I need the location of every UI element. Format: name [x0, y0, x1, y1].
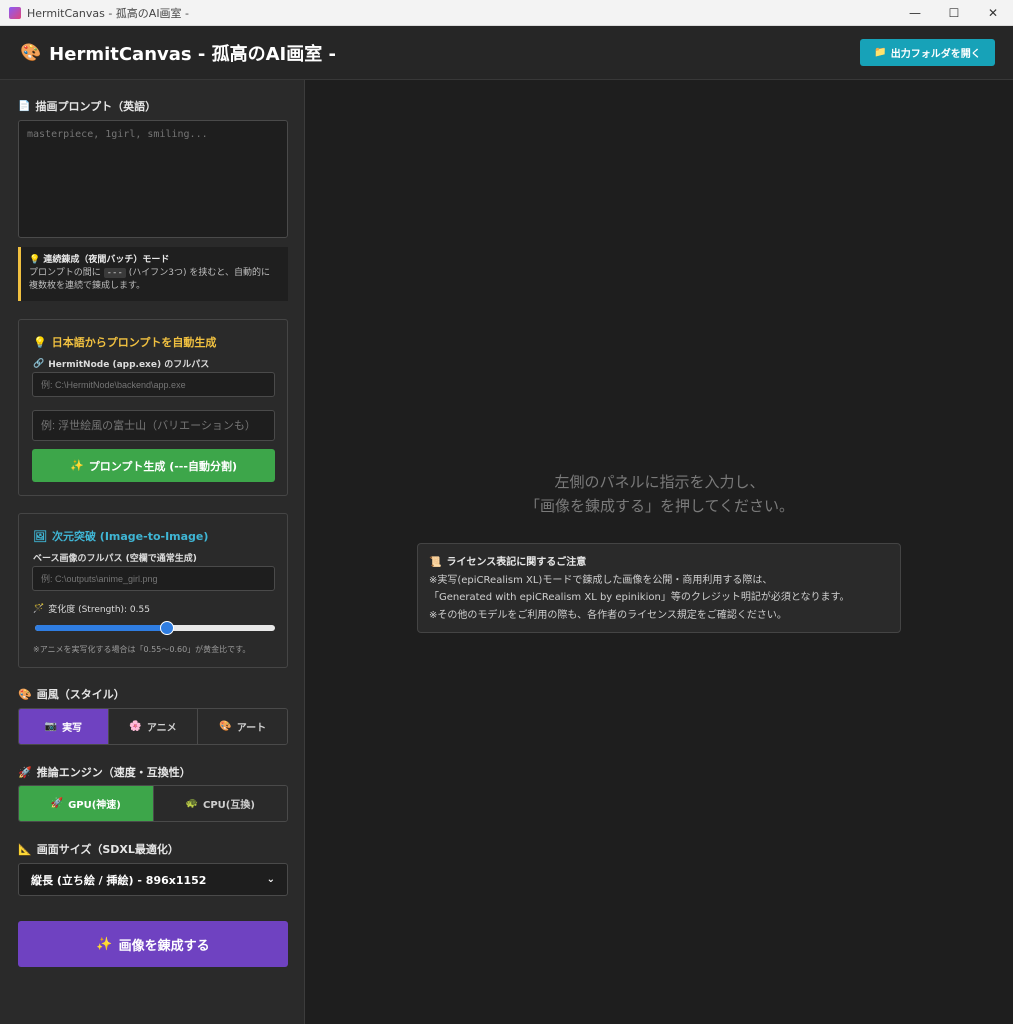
hermitnode-path-label: 🔗 HermitNode (app.exe) のフルパス — [33, 358, 210, 371]
style-selector: 📷 実写 🌸 アニメ 🎨 アート — [18, 708, 288, 745]
engine-option-cpu[interactable]: 🐢 CPU(互換) — [153, 786, 287, 821]
style-option-photo[interactable]: 📷 実写 — [19, 709, 109, 744]
generate-image-label: 画像を錬成する — [118, 938, 210, 954]
memo-icon: 📄 — [18, 100, 31, 112]
license-line-1: ※実写(epiCRealism XL)モードで錬成した画像を公開・商用利用する際… — [429, 574, 773, 586]
app-icon — [9, 6, 21, 19]
sidebar: 📄 描画プロンプト（英語） 💡 連続錬成（夜間バッチ）モード プロンプトの間に … — [0, 80, 305, 1024]
generate-image-button[interactable]: ✨ 画像を錬成する — [18, 921, 288, 967]
camera-icon: 📷 — [44, 721, 58, 732]
minimize-icon[interactable]: — — [895, 0, 935, 26]
placeholder-line-1: 左側のパネルに指示を入力し、 — [554, 473, 765, 491]
open-output-folder-button[interactable]: 📁 出力フォルダを開く — [860, 39, 995, 66]
strength-slider[interactable] — [35, 621, 275, 635]
autogen-title: 💡 日本語からプロンプトを自動生成 — [33, 335, 217, 350]
tip-line-1: プロンプトの間に --- (ハイフン3つ) を挟むと、自動的に — [29, 268, 271, 278]
strength-label: 🪄 変化度 (Strength): 0.55 — [33, 603, 150, 616]
license-line-2: 「Generated with epiCRealism XL by epinik… — [429, 592, 850, 603]
window-titlebar: HermitCanvas - 孤高のAI画室 - — ☐ ✕ — [0, 0, 1013, 26]
base-image-label: ベース画像のフルパス (空欄で通常生成) — [33, 554, 197, 564]
palette-icon: 🎨 — [18, 687, 32, 701]
lightbulb-icon: 💡 — [33, 335, 47, 349]
generate-prompt-label: プロンプト生成 (---自動分割) — [88, 459, 237, 473]
palette-icon: 🎨 — [20, 42, 42, 63]
license-title: 📜 ライセンス表記に関するご注意 — [429, 554, 889, 572]
scroll-icon: 📜 — [429, 557, 442, 568]
tip-line-2: 複数枚を連続で錬成します。 — [29, 281, 146, 291]
img2img-panel: 🖼 次元突破 (Image-to-Image) ベース画像のフルパス (空欄で通常… — [18, 513, 288, 668]
strength-note: ※アニメを実写化する場合は「0.55～0.60」が黄金比です。 — [33, 645, 251, 654]
img2img-title: 🖼 次元突破 (Image-to-Image) — [33, 529, 209, 544]
style-label: 🎨 画風（スタイル） — [18, 687, 125, 702]
placeholder-line-2: 「画像を錬成する」を押してください。 — [524, 497, 795, 515]
maximize-icon[interactable]: ☐ — [934, 0, 974, 26]
ruler-icon: 📐 — [18, 842, 32, 856]
open-output-folder-label: 出力フォルダを開く — [890, 49, 981, 60]
window-title: HermitCanvas - 孤高のAI画室 - — [27, 6, 190, 20]
app-title: HermitCanvas - 孤高のAI画室 - — [49, 43, 336, 65]
image-icon: 🖼 — [33, 529, 47, 543]
size-selected-value: 縦長 (立ち絵 / 挿絵) - 896x1152 — [31, 873, 207, 887]
autogen-panel: 💡 日本語からプロンプトを自動生成 🔗 HermitNode (app.exe) の… — [18, 319, 288, 496]
engine-label: 🚀 推論エンジン（速度・互換性） — [18, 765, 191, 780]
tip-code: --- — [103, 268, 126, 278]
lightbulb-icon: 💡 — [29, 255, 41, 265]
blossom-icon: 🌸 — [129, 721, 142, 732]
folder-icon: 📁 — [874, 47, 887, 58]
engine-selector: 🚀 GPU(神速) 🐢 CPU(互換) — [18, 785, 288, 822]
sparkles-icon: ✨ — [96, 936, 113, 952]
strength-slider-thumb[interactable] — [160, 621, 174, 635]
tip-title: 💡 連続錬成（夜間バッチ）モード — [29, 255, 170, 265]
close-icon[interactable]: ✕ — [973, 0, 1013, 26]
size-label: 📐 画面サイズ（SDXL最適化） — [18, 842, 179, 857]
hermitnode-path-input[interactable] — [32, 372, 275, 397]
base-image-path-input[interactable] — [32, 566, 275, 591]
turtle-icon: 🐢 — [185, 798, 198, 809]
sparkles-icon: ✨ — [70, 459, 84, 472]
engine-option-gpu[interactable]: 🚀 GPU(神速) — [19, 786, 154, 821]
style-option-anime[interactable]: 🌸 アニメ — [108, 709, 199, 744]
japanese-prompt-input[interactable] — [32, 410, 275, 441]
strength-slider-fill — [35, 625, 167, 631]
prompt-label: 📄 描画プロンプト（英語） — [18, 100, 157, 113]
rocket-icon: 🚀 — [50, 798, 64, 809]
generate-prompt-button[interactable]: ✨ プロンプト生成 (---自動分割) — [32, 449, 275, 482]
palette-icon: 🎨 — [219, 721, 232, 732]
app-header: 🎨 HermitCanvas - 孤高のAI画室 - 📁 出力フォルダを開く — [0, 26, 1013, 80]
license-line-3: ※その他のモデルをご利用の際も、各作者のライセンス規定をご確認ください。 — [429, 609, 787, 621]
link-icon: 🔗 — [33, 358, 45, 369]
style-option-art[interactable]: 🎨 アート — [198, 709, 287, 744]
wand-icon: 🪄 — [33, 603, 45, 614]
preview-area: 左側のパネルに指示を入力し、 「画像を錬成する」を押してください。 📜 ライセンス… — [306, 80, 1013, 1024]
size-select[interactable]: 縦長 (立ち絵 / 挿絵) - 896x1152 ⌄ — [18, 863, 288, 896]
license-notice: 📜 ライセンス表記に関するご注意 ※実写(epiCRealism XL)モードで錬… — [417, 543, 901, 633]
rocket-icon: 🚀 — [18, 765, 32, 779]
preview-placeholder: 左側のパネルに指示を入力し、 「画像を錬成する」を押してください。 — [306, 470, 1013, 518]
chevron-down-icon: ⌄ — [266, 874, 275, 885]
batch-mode-tip: 💡 連続錬成（夜間バッチ）モード プロンプトの間に --- (ハイフン3つ) を… — [18, 247, 288, 301]
prompt-input[interactable] — [18, 120, 288, 238]
